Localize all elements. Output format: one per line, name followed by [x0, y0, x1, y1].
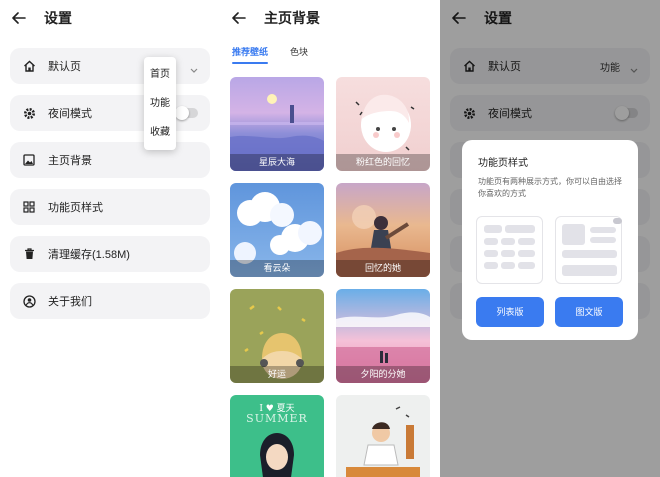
wallpaper-card[interactable]: 星辰大海 — [230, 77, 324, 171]
background-tabs: 推荐壁纸 色块 — [220, 36, 440, 64]
back-arrow-icon[interactable] — [10, 9, 28, 27]
image-text-style-preview[interactable] — [555, 216, 622, 284]
wallpaper-caption: 看云朵 — [230, 260, 324, 277]
grid-icon — [22, 200, 36, 214]
settings-item-default-page[interactable]: 默认页 — [10, 48, 210, 84]
tab-recommended[interactable]: 推荐壁纸 — [232, 45, 269, 64]
wallpaper-caption: 粉红色的回忆 — [336, 154, 430, 171]
user-circle-icon — [22, 294, 36, 308]
wallpaper-card[interactable]: 粉红色的回忆 — [336, 77, 430, 171]
settings-screen: 设置 默认页 夜间模式 主页背景 功能页样式 清理缓存(1.58M) 关于我们 … — [0, 0, 220, 477]
tab-color-block[interactable]: 色块 — [290, 45, 308, 64]
settings-item-home-background[interactable]: 主页背景 — [10, 142, 210, 178]
top-bar: 主页背景 — [220, 0, 440, 36]
settings-item-label: 清理缓存(1.58M) — [48, 249, 130, 261]
wallpaper-caption: 夕阳的分她 — [336, 366, 430, 383]
function-style-dialog: 功能页样式 功能页有两种展示方式，你可以自由选择你喜欢的方式 列表版 图文版 — [462, 140, 638, 340]
wallpaper-caption: 星辰大海 — [230, 154, 324, 171]
settings-dialog-screen: 设置 默认页 功能 夜间模式 功能页样式 功能页有两种展示方式，你可以自由选择你… — [440, 0, 660, 477]
settings-item-label: 功能页样式 — [48, 202, 103, 214]
image-text-style-button[interactable]: 图文版 — [555, 297, 623, 327]
wallpaper-card[interactable]: I ♥ 夏天 SUMMER — [230, 395, 324, 477]
wallpaper-card[interactable]: 回忆的她 — [336, 183, 430, 277]
dialog-title: 功能页样式 — [478, 158, 528, 169]
list-style-preview[interactable] — [476, 216, 543, 284]
wallpaper-caption: 回忆的她 — [336, 260, 430, 277]
default-page-dropdown: 首页 功能 收藏 — [144, 57, 176, 150]
home-icon — [22, 59, 36, 73]
wallpaper-card[interactable]: 夕阳的分她 — [336, 289, 430, 383]
gear-icon — [22, 106, 36, 120]
dialog-description: 功能页有两种展示方式，你可以自由选择你喜欢的方式 — [478, 177, 622, 198]
wallpaper-card[interactable]: 好运 — [230, 289, 324, 383]
settings-item-night-mode[interactable]: 夜间模式 — [10, 95, 210, 131]
settings-item-about[interactable]: 关于我们 — [10, 283, 210, 319]
dropdown-option[interactable]: 收藏 — [144, 120, 176, 149]
wallpaper-card[interactable] — [336, 395, 430, 477]
night-mode-toggle[interactable] — [175, 106, 198, 120]
top-bar: 设置 — [0, 0, 220, 36]
wallpaper-caption: 好运 — [230, 366, 324, 383]
dropdown-option[interactable]: 功能 — [144, 91, 176, 120]
image-icon — [22, 153, 36, 167]
settings-item-label: 默认页 — [48, 61, 81, 73]
trash-icon — [22, 247, 36, 261]
settings-list: 默认页 夜间模式 主页背景 功能页样式 清理缓存(1.58M) 关于我们 — [0, 36, 220, 319]
page-title: 主页背景 — [264, 10, 320, 26]
list-style-button[interactable]: 列表版 — [476, 297, 544, 327]
settings-item-clear-cache[interactable]: 清理缓存(1.58M) — [10, 236, 210, 272]
chevron-down-icon — [190, 60, 198, 78]
dropdown-option[interactable]: 首页 — [144, 62, 176, 91]
settings-item-label: 主页背景 — [48, 155, 92, 167]
settings-item-label: 关于我们 — [48, 296, 92, 308]
settings-item-label: 夜间模式 — [48, 108, 92, 120]
back-arrow-icon[interactable] — [230, 9, 248, 27]
page-title: 设置 — [44, 10, 72, 26]
settings-item-function-style[interactable]: 功能页样式 — [10, 189, 210, 225]
home-background-screen: 主页背景 推荐壁纸 色块 星辰大海 粉红色的回忆 看云朵 回忆的她 好运 夕阳的… — [220, 0, 440, 477]
wallpaper-card[interactable]: 看云朵 — [230, 183, 324, 277]
